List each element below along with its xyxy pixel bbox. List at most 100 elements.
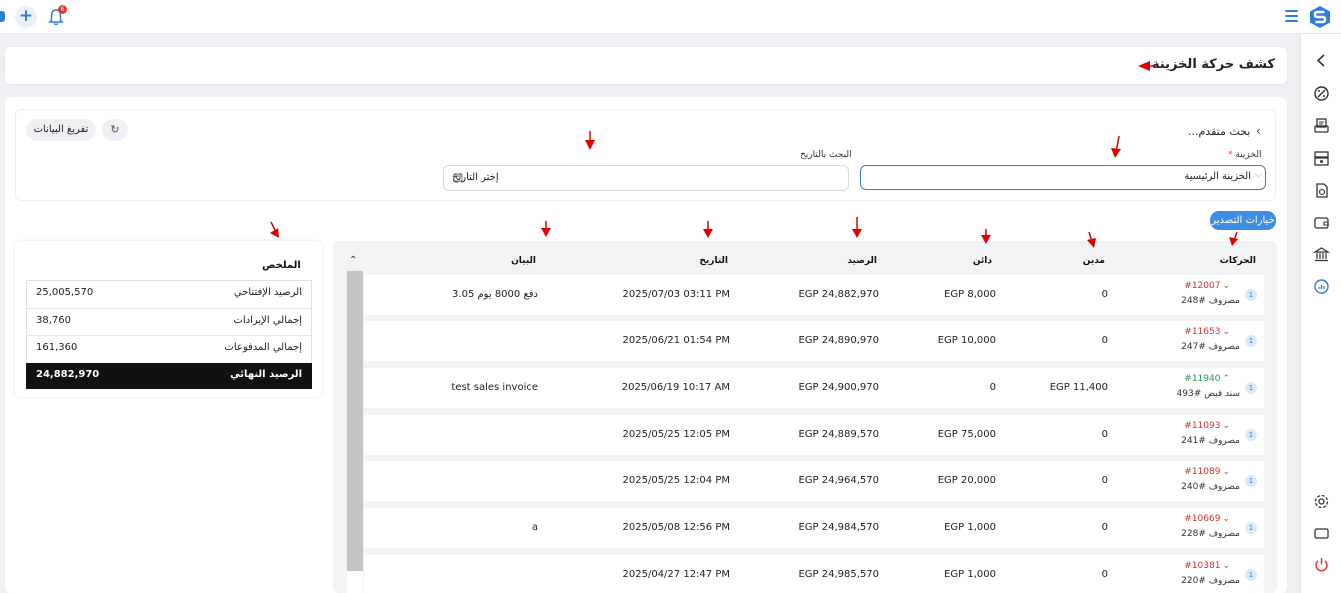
debit-cell: 0 [1101,289,1108,300]
movement-link[interactable]: ⌄#11089 [1184,467,1230,477]
table-row[interactable]: 2025/04/27 12:47 PM EGP 24,985,570 EGP 1,0… [364,555,1264,593]
refresh-button[interactable]: ↻ [102,119,128,141]
date-input[interactable]: إختر التاريخ [443,165,849,191]
column-header-statement[interactable]: البيان [511,256,536,266]
scrollbar-thumb[interactable] [347,271,363,571]
treasury-select-value: الخزينة الرئيسية [1184,171,1251,182]
column-header-movements[interactable]: الحركات [1220,256,1256,266]
page-title: كشف حركة الخزينة [1151,57,1275,72]
chevron-down-icon: ⌵ [1255,170,1262,180]
summary-row-revenues: إجمالي الإيرادات 38,760 [26,308,312,332]
chevron-left-icon[interactable]: ‹ [1256,124,1261,138]
display-icon[interactable] [1313,525,1330,542]
debit-cell: 0 [1101,475,1108,486]
date-cell: 2025/05/25 12:05 PM [622,429,730,440]
calendar-icon [453,173,463,182]
debit-cell: 0 [1101,522,1108,533]
column-header-debit[interactable]: مدين [1083,256,1105,266]
movement-type: مصروف #247 [1181,342,1240,352]
movement-type: مصروف #241 [1181,436,1240,446]
credit-cell: EGP 1,000 [944,522,996,533]
column-header-balance[interactable]: الرصيد [847,256,877,266]
column-header-date[interactable]: التاريخ [699,256,728,266]
advanced-search-toggle[interactable]: بحث متقدم... [1188,125,1250,138]
credit-cell: 0 [989,382,996,393]
movement-type: مصروف #248 [1181,296,1240,306]
menu-icon[interactable] [1285,10,1298,22]
table-row[interactable]: a 2025/05/08 12:56 PM EGP 24,984,570 EGP 1,… [364,508,1264,548]
movement-link[interactable]: ⌄#11093 [1184,421,1230,431]
summary-row-opening: الرصيد الإفتتاحي 25,005,570 [36,287,302,298]
movement-type: مصروف #220 [1181,576,1240,586]
coupon-icon[interactable] [1313,85,1330,102]
power-icon[interactable] [1313,556,1330,573]
debit-cell: EGP 11,400 [1049,382,1108,393]
printer-receipt-icon[interactable] [1313,117,1330,134]
add-button[interactable]: + [15,6,37,28]
table-row[interactable]: 2025/05/25 12:04 PM EGP 24,964,570 EGP 20,… [364,461,1264,501]
count-badge: 1 [1245,522,1257,534]
edge-indicator [0,11,5,22]
export-options-button[interactable]: خيارات التصدير [1210,211,1276,230]
settings-icon[interactable] [1313,493,1330,510]
top-bar: + 6 [0,0,1341,34]
balance-cell: EGP 24,889,570 [798,429,879,440]
count-badge: 1 [1245,289,1257,301]
movement-type: سند قبض #493 [1176,389,1240,399]
table-row[interactable]: test sales invoice 2025/06/19 10:17 AM EGP… [364,368,1264,408]
debit-cell: 0 [1101,569,1108,580]
movement-link[interactable]: ⌄#12007 [1184,281,1230,291]
chevron-down-icon: ⌄ [1222,561,1230,571]
treasury-select[interactable]: الخزينة الرئيسية ⌵ [860,165,1266,190]
table-row[interactable]: دفع 8000 يوم 3.05 2025/07/03 03:11 PM EGP … [364,275,1264,315]
treasury-label: الخزينة * [1228,150,1262,160]
required-mark: * [1228,150,1233,160]
credit-cell: EGP 75,000 [937,429,996,440]
statement-cell: test sales invoice [451,382,538,393]
date-cell: 2025/06/19 10:17 AM [621,382,730,393]
chevron-down-icon: ⌄ [1222,514,1230,524]
document-money-icon[interactable] [1313,182,1330,199]
count-badge: 1 [1245,429,1257,441]
chevron-down-icon: ⌄ [1222,467,1230,477]
summary-title: الملخص [262,260,301,271]
movement-type: مصروف #240 [1181,482,1240,492]
credit-cell: EGP 8,000 [944,289,996,300]
chevron-up-icon: ⌃ [1222,374,1230,384]
table-row[interactable]: 2025/05/25 12:05 PM EGP 24,889,570 EGP 75,… [364,415,1264,455]
movement-type: مصروف #228 [1181,529,1240,539]
date-cell: 2025/06/21 01:54 PM [622,335,730,346]
balance-cell: EGP 24,985,570 [798,569,879,580]
balance-cell: EGP 24,890,970 [798,335,879,346]
movement-link[interactable]: ⌄#10669 [1184,514,1230,524]
date-search-label: البحث بالتاريخ [800,150,852,160]
bank-icon[interactable] [1313,246,1330,263]
app-logo[interactable] [1308,5,1332,29]
statement-cell: a [531,522,538,533]
movement-link[interactable]: ⌃#11940 [1184,374,1230,384]
count-badge: 1 [1245,569,1257,581]
right-sidebar [1300,34,1341,593]
credit-cell: EGP 20,000 [937,475,996,486]
movement-link[interactable]: ⌄#11653 [1184,327,1230,337]
count-badge: 1 [1245,382,1257,394]
column-header-credit[interactable]: دائن [973,256,992,266]
balance-cell: EGP 24,900,970 [798,382,879,393]
movement-link[interactable]: ⌄#10381 [1184,561,1230,571]
chevron-down-icon: ⌄ [1222,327,1230,337]
balance-cell: EGP 24,882,970 [798,289,879,300]
chevron-down-icon: ⌄ [1222,281,1230,291]
cash-register-icon[interactable] [1313,150,1330,167]
chevron-down-icon: ⌄ [1222,421,1230,431]
table-row[interactable]: 2025/06/21 01:54 PM EGP 24,890,970 EGP 10,… [364,321,1264,361]
dump-data-button[interactable]: تفريغ البيانات [26,119,96,141]
chevron-up-icon[interactable]: ⌃ [349,255,357,266]
credit-cell: EGP 10,000 [937,335,996,346]
statement-cell: دفع 8000 يوم 3.05 [452,289,538,300]
balance-cell: EGP 24,984,570 [798,522,879,533]
chevron-left-icon[interactable] [1313,52,1330,69]
balance-cell: EGP 24,964,570 [798,475,879,486]
count-badge: 1 [1245,475,1257,487]
wallet-icon[interactable] [1313,214,1330,231]
chart-active-icon[interactable] [1313,278,1330,295]
